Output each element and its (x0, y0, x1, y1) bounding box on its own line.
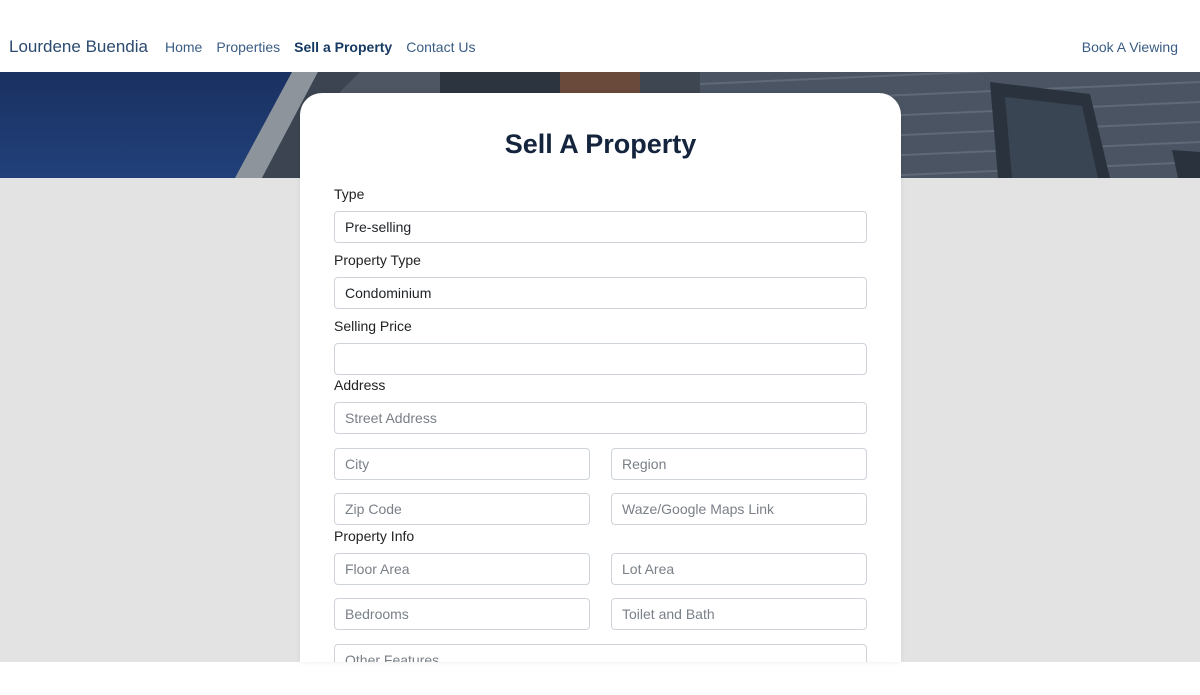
map-link-field[interactable] (611, 493, 867, 525)
top-navbar: Lourdene Buendia Home Properties Sell a … (0, 0, 1200, 72)
book-a-viewing-link[interactable]: Book A Viewing (1082, 39, 1178, 55)
property-type-field[interactable] (334, 277, 867, 309)
type-field[interactable] (334, 211, 867, 243)
floor-area-field[interactable] (334, 553, 590, 585)
other-features-field[interactable] (334, 644, 867, 662)
nav-link-properties[interactable]: Properties (216, 39, 280, 55)
region-field[interactable] (611, 448, 867, 480)
lot-area-field[interactable] (611, 553, 867, 585)
toilet-and-bath-field[interactable] (611, 598, 867, 630)
bedrooms-field[interactable] (334, 598, 590, 630)
nav-link-sell-a-property[interactable]: Sell a Property (294, 39, 392, 55)
nav-links: Home Properties Sell a Property Contact … (165, 39, 475, 55)
property-info-label: Property Info (334, 528, 415, 544)
type-label: Type (334, 186, 365, 202)
nav-link-contact-us[interactable]: Contact Us (406, 39, 475, 55)
zip-code-field[interactable] (334, 493, 590, 525)
brand-logo[interactable]: Lourdene Buendia (9, 37, 148, 57)
address-label: Address (334, 377, 386, 393)
street-address-field[interactable] (334, 402, 867, 434)
page-bottom-strip (0, 662, 1200, 695)
selling-price-field[interactable] (334, 343, 867, 375)
nav-link-home[interactable]: Home (165, 39, 202, 55)
selling-price-label: Selling Price (334, 318, 412, 334)
form-title: Sell A Property (504, 129, 697, 159)
sell-property-form-card: Sell A Property Type Property Type Selli… (300, 93, 901, 662)
property-type-label: Property Type (334, 252, 421, 268)
city-field[interactable] (334, 448, 590, 480)
